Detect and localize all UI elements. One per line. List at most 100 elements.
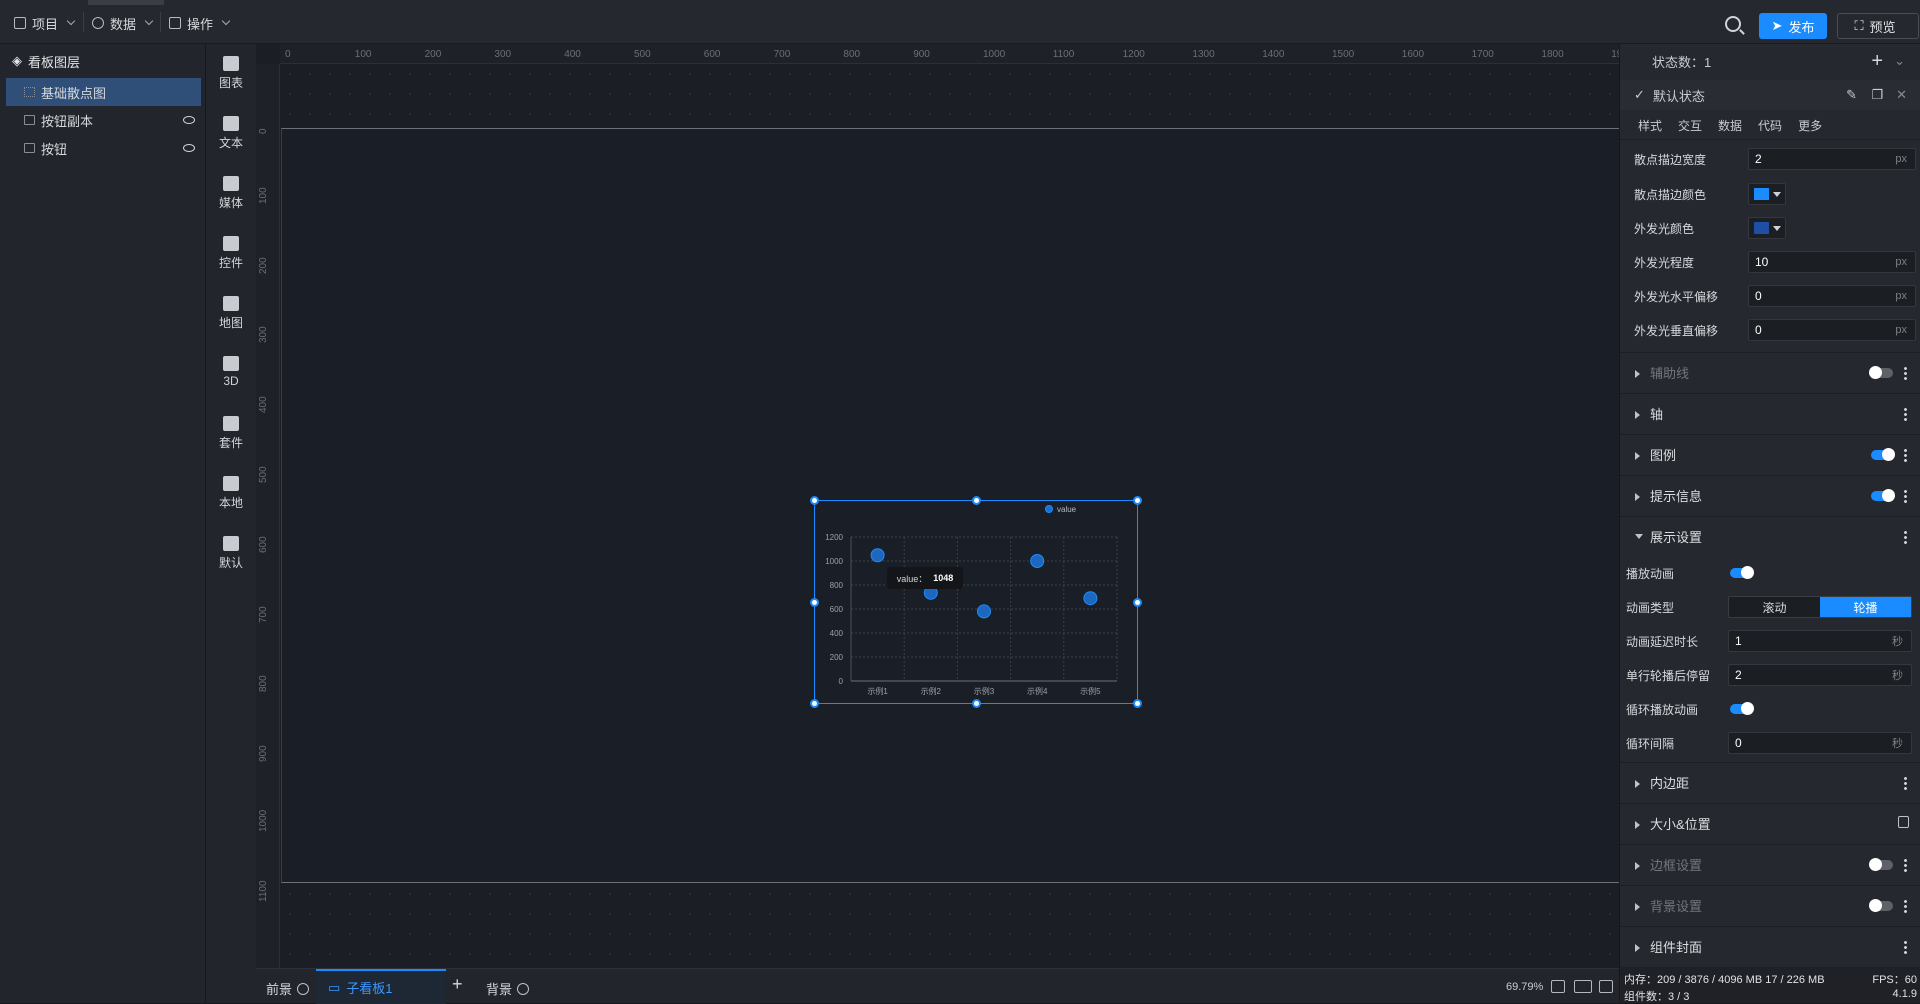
more-icon[interactable]	[1904, 489, 1907, 503]
copy-icon[interactable]: ❐	[1871, 87, 1883, 103]
more-icon[interactable]	[1904, 530, 1907, 544]
section-cover[interactable]: 组件封面	[1620, 926, 1920, 966]
section-tooltip[interactable]: 提示信息	[1620, 475, 1920, 515]
glow-level-input[interactable]: 10 px	[1748, 251, 1916, 273]
stroke-color-picker[interactable]	[1748, 183, 1786, 205]
fps-status: FPS：60	[1872, 974, 1917, 986]
tab-sub-board[interactable]: ▭ 子看板1	[316, 969, 446, 1004]
layer-item-button[interactable]: 按钮	[0, 134, 205, 162]
comp-map[interactable]: 地图	[206, 296, 256, 331]
comp-chart[interactable]: 图表	[206, 56, 256, 91]
layer-item-button-copy[interactable]: 按钮副本	[0, 106, 205, 134]
add-board-icon[interactable]: +	[452, 974, 463, 995]
ruler-tick-label: 0	[285, 49, 291, 60]
caret-right-icon	[1635, 821, 1640, 829]
fullscreen-icon: ⛶	[1854, 18, 1864, 33]
tab-more[interactable]: 更多	[1798, 117, 1822, 134]
tab-interaction[interactable]: 交互	[1678, 117, 1702, 134]
section-axis[interactable]: 轴	[1620, 393, 1920, 433]
tab-code[interactable]: 代码	[1758, 117, 1782, 134]
stay-input[interactable]: 2秒	[1728, 664, 1912, 686]
interval-input[interactable]: 0秒	[1728, 732, 1912, 754]
tab-background[interactable]: 背景	[486, 979, 530, 998]
resize-handle[interactable]	[1133, 496, 1142, 505]
glow-y-input[interactable]: 0 px	[1748, 319, 1916, 341]
glow-color-picker[interactable]	[1748, 217, 1786, 239]
tooltip-toggle[interactable]	[1871, 489, 1895, 502]
more-icon[interactable]	[1904, 776, 1907, 790]
more-icon[interactable]	[1904, 407, 1907, 421]
section-size-position[interactable]: 大小&位置	[1620, 803, 1920, 843]
caret-down-icon	[1773, 226, 1781, 231]
comp-controls[interactable]: 控件	[206, 236, 256, 271]
comp-media[interactable]: 媒体	[206, 176, 256, 211]
guides-toggle[interactable]	[1869, 366, 1893, 379]
border-toggle[interactable]	[1869, 858, 1893, 871]
play-anim-toggle[interactable]	[1730, 566, 1754, 579]
scatter-point	[870, 548, 885, 563]
background-toggle[interactable]	[1869, 899, 1893, 912]
resize-handle[interactable]	[972, 699, 981, 708]
dashboard-board[interactable]: 0 200 400 600 800 1000 1200 示例1 示例2 示例3 示例4 示例5 valu…	[281, 128, 1619, 883]
tab-style[interactable]: 样式	[1638, 117, 1662, 134]
default-state-row[interactable]: ✓ 默认状态 ✎ ❐ ✕	[1620, 80, 1920, 110]
edit-icon[interactable]: ✎	[1846, 87, 1857, 103]
resize-handle[interactable]	[972, 496, 981, 505]
comp-local[interactable]: 本地	[206, 476, 256, 511]
glow-x-input[interactable]: 0 px	[1748, 285, 1916, 307]
search-icon[interactable]	[1725, 16, 1741, 32]
menu-data[interactable]: 数据	[92, 12, 154, 34]
comp-text[interactable]: 文本	[206, 116, 256, 151]
add-circle-icon[interactable]	[517, 982, 530, 995]
hidden-eye-icon[interactable]	[183, 144, 195, 152]
field-glow-color: 外发光颜色	[1634, 214, 1914, 242]
comp-default[interactable]: 默认	[206, 536, 256, 571]
menu-actions[interactable]: 操作	[169, 12, 231, 34]
section-background[interactable]: 背景设置	[1620, 885, 1920, 925]
resize-handle[interactable]	[1133, 598, 1142, 607]
stroke-width-input[interactable]: 2 px	[1748, 148, 1916, 170]
layer-item-scatter[interactable]: 基础散点图	[6, 78, 201, 106]
publish-button[interactable]: ➤ 发布	[1759, 13, 1827, 39]
delay-input[interactable]: 1秒	[1728, 630, 1912, 652]
close-icon[interactable]: ✕	[1896, 87, 1907, 103]
tab-foreground[interactable]: 前景	[266, 979, 310, 998]
more-icon[interactable]	[1904, 858, 1907, 872]
resize-handle[interactable]	[810, 496, 819, 505]
preview-button[interactable]: ⛶ 预览	[1837, 13, 1919, 39]
section-guides[interactable]: 辅助线	[1620, 352, 1920, 392]
menu-project[interactable]: 项目	[14, 12, 76, 34]
chevron-down-icon	[66, 16, 76, 26]
tab-data[interactable]: 数据	[1718, 117, 1742, 134]
resize-handle[interactable]	[810, 598, 819, 607]
editor-canvas[interactable]: 0 100 200 300 400 500 600 700 800 900 1000 1100 1200…	[256, 44, 1619, 968]
scatter-icon	[24, 87, 35, 97]
legend-toggle[interactable]	[1871, 448, 1895, 461]
more-icon[interactable]	[1904, 940, 1907, 954]
section-padding[interactable]: 内边距	[1620, 762, 1920, 802]
comp-3d[interactable]: 3D	[206, 356, 256, 388]
lock-icon[interactable]	[1898, 816, 1909, 828]
chevron-down-icon[interactable]: ⌄	[1894, 53, 1905, 69]
ruler-tick-label: 600	[258, 536, 269, 553]
section-border[interactable]: 边框设置	[1620, 844, 1920, 884]
section-legend[interactable]: 图例	[1620, 434, 1920, 474]
anim-type-carousel[interactable]: 轮播	[1820, 597, 1911, 617]
more-icon[interactable]	[1904, 366, 1907, 380]
resize-handle[interactable]	[810, 699, 819, 708]
section-display[interactable]: 展示设置	[1620, 516, 1920, 556]
field-glow-x: 外发光水平偏移 0 px	[1634, 282, 1916, 310]
scatter-chart-widget[interactable]: 0 200 400 600 800 1000 1200 示例1 示例2 示例3 示例4 示例5 valu…	[810, 496, 1142, 708]
add-circle-icon[interactable]	[297, 982, 310, 995]
loop-toggle[interactable]	[1730, 702, 1754, 715]
fit-screen-icon[interactable]	[1551, 980, 1565, 993]
anim-type-scroll[interactable]: 滚动	[1729, 597, 1820, 617]
add-state-icon[interactable]: +	[1871, 50, 1883, 73]
keyboard-icon[interactable]	[1574, 980, 1592, 993]
resize-handle[interactable]	[1133, 699, 1142, 708]
more-icon[interactable]	[1904, 899, 1907, 913]
comp-kit[interactable]: 套件	[206, 416, 256, 451]
terminal-icon[interactable]	[1599, 980, 1613, 993]
hidden-eye-icon[interactable]	[183, 116, 195, 124]
more-icon[interactable]	[1904, 448, 1907, 462]
